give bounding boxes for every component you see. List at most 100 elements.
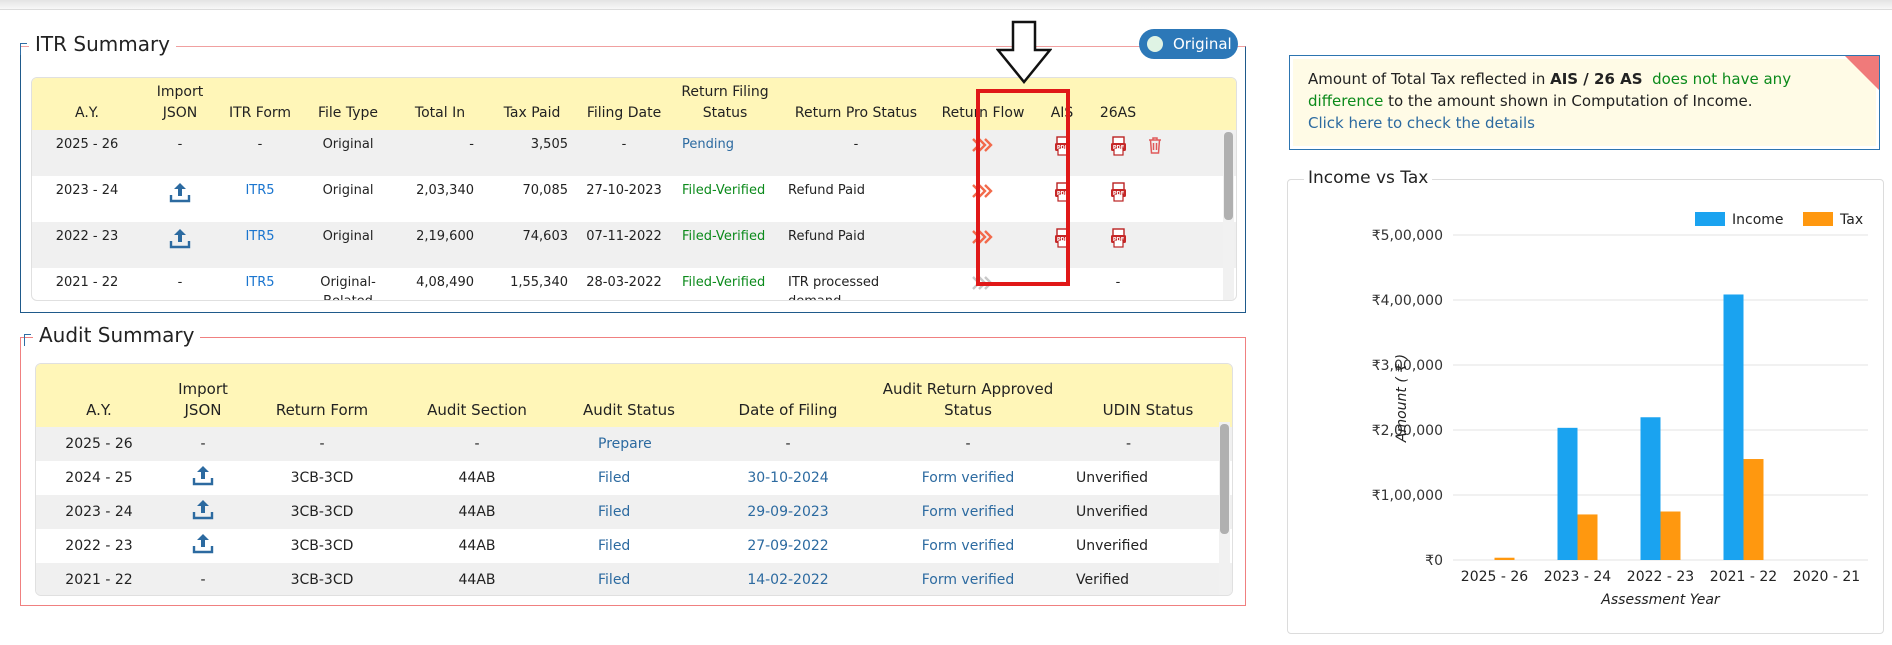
audit-section-cell: - [400,427,554,461]
x-axis-title: Assessment Year [1600,592,1721,608]
itr-pro-status-cell: Refund Paid [788,183,865,198]
itr-filetype-cell: Original [302,222,394,268]
audit-return-form-cell: 3CB-3CD [244,563,400,595]
audit-import-cell: - [162,563,244,595]
itr-import-cell: - [142,130,218,176]
audit-import-upload-icon[interactable] [162,495,244,529]
col-total-in: Total In [394,78,486,130]
audit-status-link: Filed [554,495,704,529]
audit-ay-cell: 2023 - 24 [36,495,162,529]
audit-udin-cell: Unverified [1076,469,1148,486]
audit-approved-status-cell: Form verified [872,563,1064,595]
itr-pro-status-cell: - [780,130,932,176]
audit-col-audit-status: Audit Status [554,364,704,427]
audit-summary-title: Audit Summary [23,322,201,348]
notice-text-1: Amount of Total Tax reflected in [1308,70,1551,88]
audit-summary-panel: Audit Summary A.Y. Import JSON Return For… [20,322,1246,606]
y-tick-label: ₹4,00,000 [1372,293,1443,309]
income-bar[interactable] [1640,417,1661,560]
26as-pdf-icon[interactable]: PDF [1090,222,1146,268]
audit-date-cell: 29-09-2023 [704,495,872,529]
itr-filing-status-cell: Pending [670,130,780,176]
audit-col-return-form: Return Form [244,364,400,427]
col-return-pro-status: Return Pro Status [780,78,932,130]
audit-section-cell: 44AB [458,469,496,486]
audit-table-scrollbar[interactable] [1219,422,1230,595]
itr-totalin-cell: 4,08,490 [416,275,474,290]
audit-approved-status-cell: Form verified [872,495,1064,529]
audit-ay-cell: 2025 - 26 [36,427,162,461]
audit-col-udin-status: UDIN Status [1064,364,1232,427]
down-arrow-icon [996,20,1052,84]
col-file-type: File Type [302,78,394,130]
audit-date-cell: 27-09-2022 [747,537,829,554]
itr-form-link: ITR5 [245,183,275,198]
tax-bar[interactable] [1494,557,1515,560]
tax-bar[interactable] [1660,511,1681,560]
itr-form-link: - [218,130,302,176]
col-filing-date: Filing Date [578,78,670,130]
itr-filetype-cell: Original [322,183,374,198]
itr-filing-date-cell: 27-10-2023 [586,183,662,198]
26as-pdf-icon[interactable]: PDF [1090,130,1146,176]
y-axis-title: Amount ( ₹ ) [1394,354,1410,443]
itr-pro-status-cell: ITR processed demanddetermined [788,275,880,300]
x-tick-label: 2025 - 26 [1461,569,1528,585]
itr-filing-status-cell: Filed-Verified [682,275,766,290]
notice-text-2: to the amount shown in Computation of In… [1383,92,1753,110]
top-shadow-bar [0,0,1892,10]
col-import-json: Import JSON [142,78,218,130]
itr-ay-cell: 2021 - 22 [55,275,119,290]
audit-import-upload-icon[interactable] [162,529,244,563]
audit-col-date-of-filing: Date of Filing [704,364,872,427]
income-vs-tax-chart-panel: Income vs Tax ₹0 ₹1,00,000 ₹2,00,000 ₹3,00,… [1287,168,1884,634]
audit-col-audit-section: Audit Section [400,364,554,427]
audit-approved-status-cell: Form verified [921,469,1015,486]
import-json-upload-icon[interactable] [142,176,218,222]
itr-taxpaid-cell: 1,55,340 [510,275,568,290]
tax-bar[interactable] [1743,459,1764,560]
itr-filing-date-cell: - [578,130,670,176]
audit-status-link: Filed [598,537,631,554]
legend-swatch [1803,212,1833,226]
tax-bar[interactable] [1577,514,1598,560]
check-details-link[interactable]: Click here to check the details [1308,114,1535,132]
itr-summary-title: ITR Summary [19,31,177,57]
audit-col-approved-status: Audit Return Approved Status [872,364,1064,427]
x-tick-label: 2023 - 24 [1544,569,1611,585]
audit-date-cell: - [704,427,872,461]
legend-label[interactable]: Income [1732,212,1784,228]
itr-form-link: ITR5 [245,275,275,290]
audit-row: 2021 - 22-3CB-3CD 44AB Filed 14-02-2022 Form… [36,563,1232,595]
col-actions [1146,78,1236,130]
legend-swatch [1695,212,1725,226]
audit-section-cell: 44AB [400,563,554,595]
itr-totalin-cell: 2,19,600 [394,222,486,268]
tax-difference-notice: Amount of Total Tax reflected in AIS / 2… [1289,55,1880,150]
audit-section-cell: 44AB [400,495,554,529]
audit-import-upload-icon[interactable] [162,461,244,495]
audit-return-form-cell: 3CB-3CD [290,469,354,486]
svg-text:PDF: PDF [1112,237,1123,243]
itr-taxpaid-cell: 70,085 [522,183,569,198]
col-26as: 26AS [1090,78,1146,130]
audit-summary-table: A.Y. Import JSON Return Form Audit Sectio… [36,364,1232,595]
y-tick-label: ₹0 [1425,553,1443,569]
legend-label[interactable]: Tax [1839,212,1863,228]
audit-status-link: Prepare [554,427,704,461]
x-tick-label: 2022 - 23 [1627,569,1694,585]
26as-pdf-icon[interactable]: PDF [1090,176,1146,222]
itr-table-scrollbar[interactable] [1223,130,1234,300]
income-bar[interactable] [1557,427,1578,560]
import-json-upload-icon[interactable] [142,222,218,268]
audit-udin-cell: Unverified [1064,495,1232,529]
itr-filing-status-cell: Filed-Verified [670,222,780,268]
original-badge[interactable]: Original [1139,29,1238,59]
audit-status-link: Filed [598,469,631,486]
income-vs-tax-chart: ₹0₹1,00,000₹2,00,000₹3,00,000₹4,00,000₹5… [1372,212,1868,608]
col-itr-form: ITR Form [218,78,302,130]
svg-text:PDF: PDF [1112,145,1123,151]
y-tick-label: ₹1,00,000 [1372,488,1443,504]
income-bar[interactable] [1723,294,1744,560]
audit-row: 2022 - 23 3CB-3CD 44AB Filed 27-09-2022 Form … [36,529,1232,563]
